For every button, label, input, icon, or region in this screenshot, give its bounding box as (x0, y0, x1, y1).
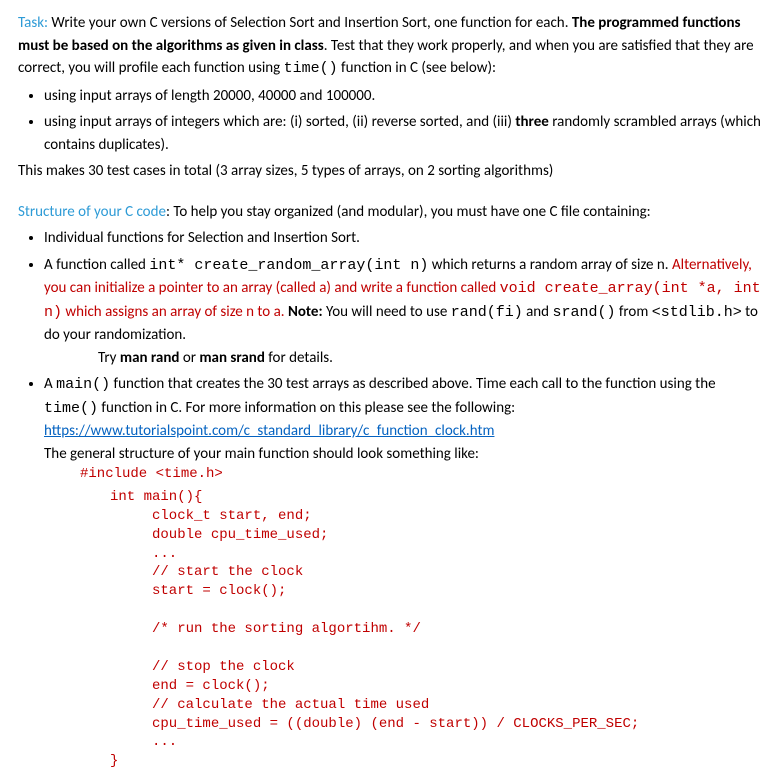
code-include: #include <time.h> (80, 465, 761, 484)
try-b2: man srand (199, 349, 265, 367)
list-item: A main() function that creates the 30 te… (44, 373, 761, 484)
structure-b2-b: which returns a random array of size n. (428, 256, 672, 274)
task-intro-code: time() (284, 60, 338, 77)
structure-b2-c: You will need to use (323, 303, 451, 321)
structure-b2-try: Try man rand or man srand for details. (98, 347, 761, 370)
structure-b2-code2: rand(fi) (451, 304, 523, 321)
list-item: Individual functions for Selection and I… (44, 227, 761, 250)
task-paragraph: Task: Write your own C versions of Selec… (18, 12, 761, 81)
structure-paragraph: Structure of your C code: To help you st… (18, 201, 761, 224)
task-bullet-2a: using input arrays of integers which are… (44, 113, 515, 131)
structure-b3-c: function in C. For more information on t… (98, 399, 515, 417)
list-item: A function called int* create_random_arr… (44, 254, 761, 370)
structure-b2-code1: int* create_random_array(int n) (149, 257, 428, 274)
task-closing: This makes 30 test cases in total (3 arr… (18, 160, 761, 183)
structure-b2-e: from (615, 303, 651, 321)
structure-b3-d: The general structure of your main funct… (44, 443, 761, 466)
structure-b2-note: Note: (288, 303, 323, 321)
task-label: Task: (18, 14, 48, 32)
task-bullet-2-bold: three (515, 113, 549, 131)
structure-b3-link-row: https://www.tutorialspoint.com/c_standar… (44, 420, 761, 443)
structure-b2-a: A function called (44, 256, 149, 274)
structure-b2-code4: <stdlib.h> (652, 304, 742, 321)
list-item: using input arrays of length 20000, 4000… (44, 85, 761, 108)
task-bullet-1: using input arrays of length 20000, 4000… (44, 87, 375, 105)
try-c: for details. (265, 349, 333, 367)
structure-b3-b: function that creates the 30 test arrays… (110, 375, 715, 393)
structure-bullet-list: Individual functions for Selection and I… (44, 227, 761, 484)
structure-b3-code1: main() (56, 376, 110, 393)
structure-b3-code2: time() (44, 400, 98, 417)
structure-intro: : To help you stay organized (and modula… (166, 203, 651, 221)
task-intro-c: function in C (see below): (338, 59, 496, 77)
task-intro-a: Write your own C versions of Selection S… (48, 14, 572, 32)
try-b: or (179, 349, 199, 367)
tutorial-link[interactable]: https://www.tutorialspoint.com/c_standar… (44, 422, 494, 440)
structure-b2-red-b: which assigns an array of size n to a. (62, 303, 288, 321)
try-b1: man rand (120, 349, 180, 367)
structure-b2-code3: srand() (552, 304, 615, 321)
structure-label: Structure of your C code (18, 203, 166, 221)
list-item: using input arrays of integers which are… (44, 111, 761, 156)
code-body: int main(){ clock_t start, end; double c… (110, 488, 761, 771)
task-bullet-list: using input arrays of length 20000, 4000… (44, 85, 761, 157)
structure-b1: Individual functions for Selection and I… (44, 229, 360, 247)
structure-b3-a: A (44, 375, 56, 393)
try-a: Try (98, 349, 120, 367)
structure-b2-d: and (523, 303, 553, 321)
